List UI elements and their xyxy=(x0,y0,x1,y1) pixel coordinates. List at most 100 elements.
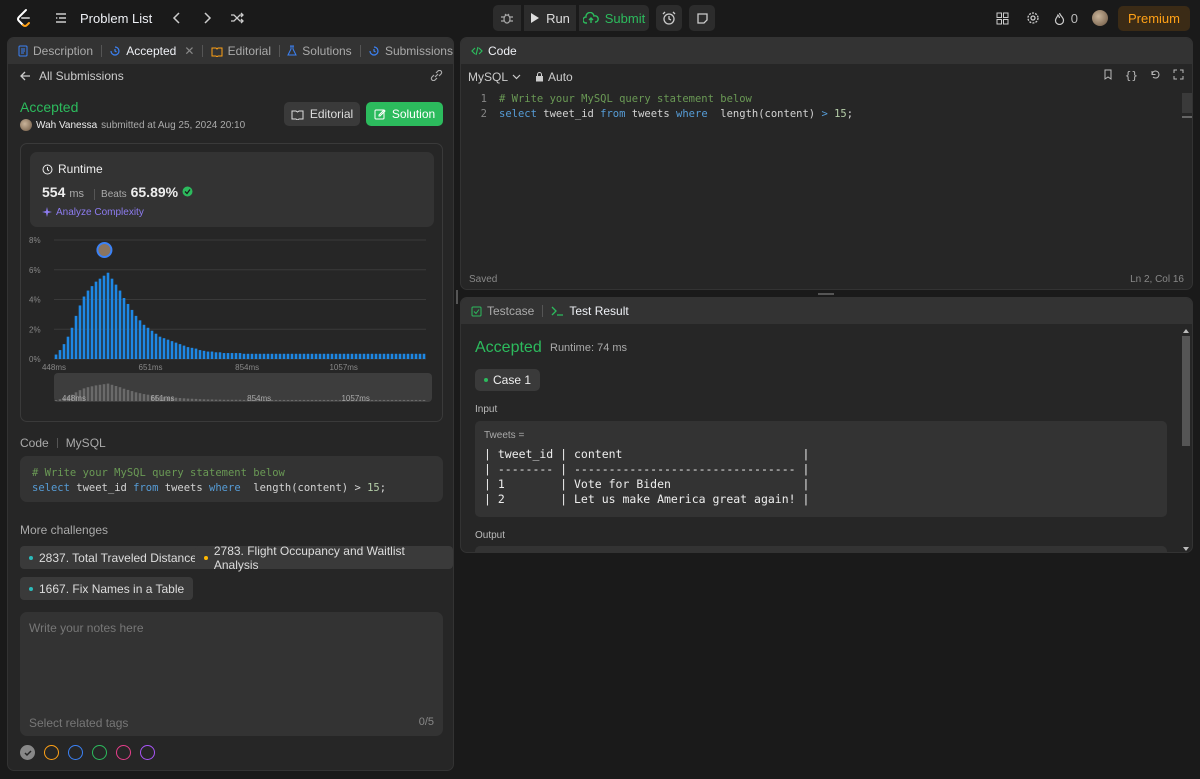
reset-icon[interactable] xyxy=(1150,69,1161,83)
challenge-chip[interactable]: 2837. Total Traveled Distance xyxy=(20,546,206,569)
mini-bar xyxy=(418,399,422,401)
runtime-title: Runtime xyxy=(42,162,103,176)
tab-solutions[interactable]: Solutions xyxy=(287,44,352,58)
input-table: | tweet_id | content | | -------- | -----… xyxy=(484,447,809,507)
submitter-avatar[interactable] xyxy=(20,119,32,131)
tab-submissions[interactable]: Submissions xyxy=(368,44,453,58)
mini-bar xyxy=(390,399,394,401)
runtime-summary[interactable]: Runtime 554 ms Beats 65.89% Analyze Comp… xyxy=(30,152,434,227)
color-swatch-gray[interactable] xyxy=(20,745,35,760)
chart-bar xyxy=(146,327,150,359)
tab-test-result[interactable]: Test Result xyxy=(551,304,629,318)
next-problem-icon[interactable] xyxy=(196,7,218,29)
streak-counter[interactable]: 0 xyxy=(1054,11,1078,26)
vertical-scrollbar[interactable] xyxy=(1182,328,1190,552)
tab-description[interactable]: Description xyxy=(18,44,93,58)
chart-bar xyxy=(406,353,410,359)
chart-bar xyxy=(110,278,114,359)
flask-icon xyxy=(287,45,298,56)
bookmark-icon[interactable] xyxy=(1103,69,1113,83)
color-swatch-orange[interactable] xyxy=(44,745,59,760)
submitter-name[interactable]: Wah Vanessa xyxy=(36,120,97,131)
notes-placeholder[interactable]: Write your notes here xyxy=(29,621,144,635)
history-icon xyxy=(369,46,379,56)
tab-testcase[interactable]: Testcase xyxy=(471,304,534,318)
maximize-icon[interactable] xyxy=(1173,69,1184,83)
submit-button[interactable]: Submit xyxy=(579,5,649,31)
x-tick-label: 448ms xyxy=(42,363,66,372)
color-swatch-pink[interactable] xyxy=(116,745,131,760)
runtime-distribution-chart[interactable]: 8%6%4%2%0%448ms 651ms 854ms 1057ms448ms 651m… xyxy=(21,232,442,422)
difficulty-dot xyxy=(29,586,33,591)
color-swatch-blue[interactable] xyxy=(68,745,83,760)
code-editor[interactable]: 1 # Write your MySQL query statement bel… xyxy=(461,93,1192,121)
all-submissions-link[interactable]: All Submissions xyxy=(20,69,124,83)
color-swatch-green[interactable] xyxy=(92,745,107,760)
chart-bar xyxy=(126,303,130,359)
editorial-button[interactable]: Editorial xyxy=(284,102,360,126)
code-token: length(content) xyxy=(707,108,822,120)
mini-bar xyxy=(326,399,330,401)
debug-button[interactable] xyxy=(493,5,521,31)
code-language: MySQL xyxy=(65,436,106,450)
format-braces-icon[interactable]: {} xyxy=(1125,69,1138,83)
color-swatch-purple[interactable] xyxy=(140,745,155,760)
share-link-icon[interactable] xyxy=(430,69,443,84)
scrollbar-thumb[interactable] xyxy=(1182,336,1190,446)
problem-list-link[interactable]: Problem List xyxy=(80,11,152,26)
mini-bar xyxy=(374,399,378,401)
tags-count: 0/5 xyxy=(418,716,434,728)
chart-bar xyxy=(134,315,138,359)
list-icon[interactable] xyxy=(50,7,72,29)
mini-bar xyxy=(398,399,402,401)
vertical-splitter[interactable] xyxy=(456,290,458,304)
chart-bar xyxy=(82,296,86,359)
tags-select[interactable]: Select related tags xyxy=(29,716,128,730)
scroll-down-icon[interactable] xyxy=(1182,546,1190,552)
chart-bar xyxy=(150,330,154,359)
test-status: Accepted xyxy=(475,339,542,356)
chart-bar xyxy=(246,353,250,359)
chart-bar xyxy=(198,350,202,359)
layout-icon[interactable] xyxy=(992,7,1014,29)
language-select[interactable]: MySQL xyxy=(468,70,521,84)
mini-bar xyxy=(106,383,110,401)
tab-accepted[interactable]: Accepted ✕ xyxy=(109,44,194,58)
leetcode-logo[interactable] xyxy=(14,8,34,28)
chart-bar xyxy=(350,353,354,359)
scroll-up-icon[interactable] xyxy=(1182,328,1190,334)
horizontal-splitter[interactable] xyxy=(818,293,834,295)
runtime-value: 554 xyxy=(42,184,66,200)
mini-bar xyxy=(138,393,142,401)
solution-button[interactable]: Solution xyxy=(366,102,443,126)
minimap-slider[interactable] xyxy=(1182,93,1192,113)
notes-area[interactable]: Write your notes here Select related tag… xyxy=(20,612,443,736)
minimap-cursor xyxy=(1182,116,1192,118)
auto-mode-toggle[interactable]: Auto xyxy=(535,70,573,84)
mini-bar xyxy=(218,399,222,401)
chart-bar xyxy=(334,353,338,359)
challenge-chip[interactable]: 2783. Flight Occupancy and Waitlist Anal… xyxy=(195,544,453,572)
run-button[interactable]: Run xyxy=(524,5,576,31)
user-avatar[interactable] xyxy=(1091,10,1108,26)
settings-gear-icon[interactable] xyxy=(1022,7,1044,29)
difficulty-dot xyxy=(204,555,208,560)
timer-button[interactable] xyxy=(656,5,682,31)
analyze-complexity-link[interactable]: Analyze Complexity xyxy=(42,207,144,218)
chart-bar xyxy=(226,353,230,359)
premium-button[interactable]: Premium xyxy=(1117,5,1190,31)
tab-code[interactable]: Code xyxy=(471,44,517,58)
notes-button[interactable] xyxy=(689,5,715,31)
mini-bar xyxy=(302,399,306,401)
shuffle-icon[interactable] xyxy=(226,7,248,29)
tab-editorial[interactable]: Editorial xyxy=(211,44,271,58)
code-panel-header: Code xyxy=(461,38,1192,64)
code-token: tweet_id xyxy=(536,108,601,120)
chart-bar xyxy=(374,353,378,359)
challenge-chip[interactable]: 1667. Fix Names in a Table xyxy=(20,577,194,600)
case-1-tab[interactable]: Case 1 xyxy=(475,369,540,391)
tab-submissions-label: Submissions xyxy=(384,44,453,58)
close-tab-icon[interactable]: ✕ xyxy=(184,44,194,58)
prev-problem-icon[interactable] xyxy=(166,7,188,29)
code-section-label: Code MySQL xyxy=(20,436,106,450)
